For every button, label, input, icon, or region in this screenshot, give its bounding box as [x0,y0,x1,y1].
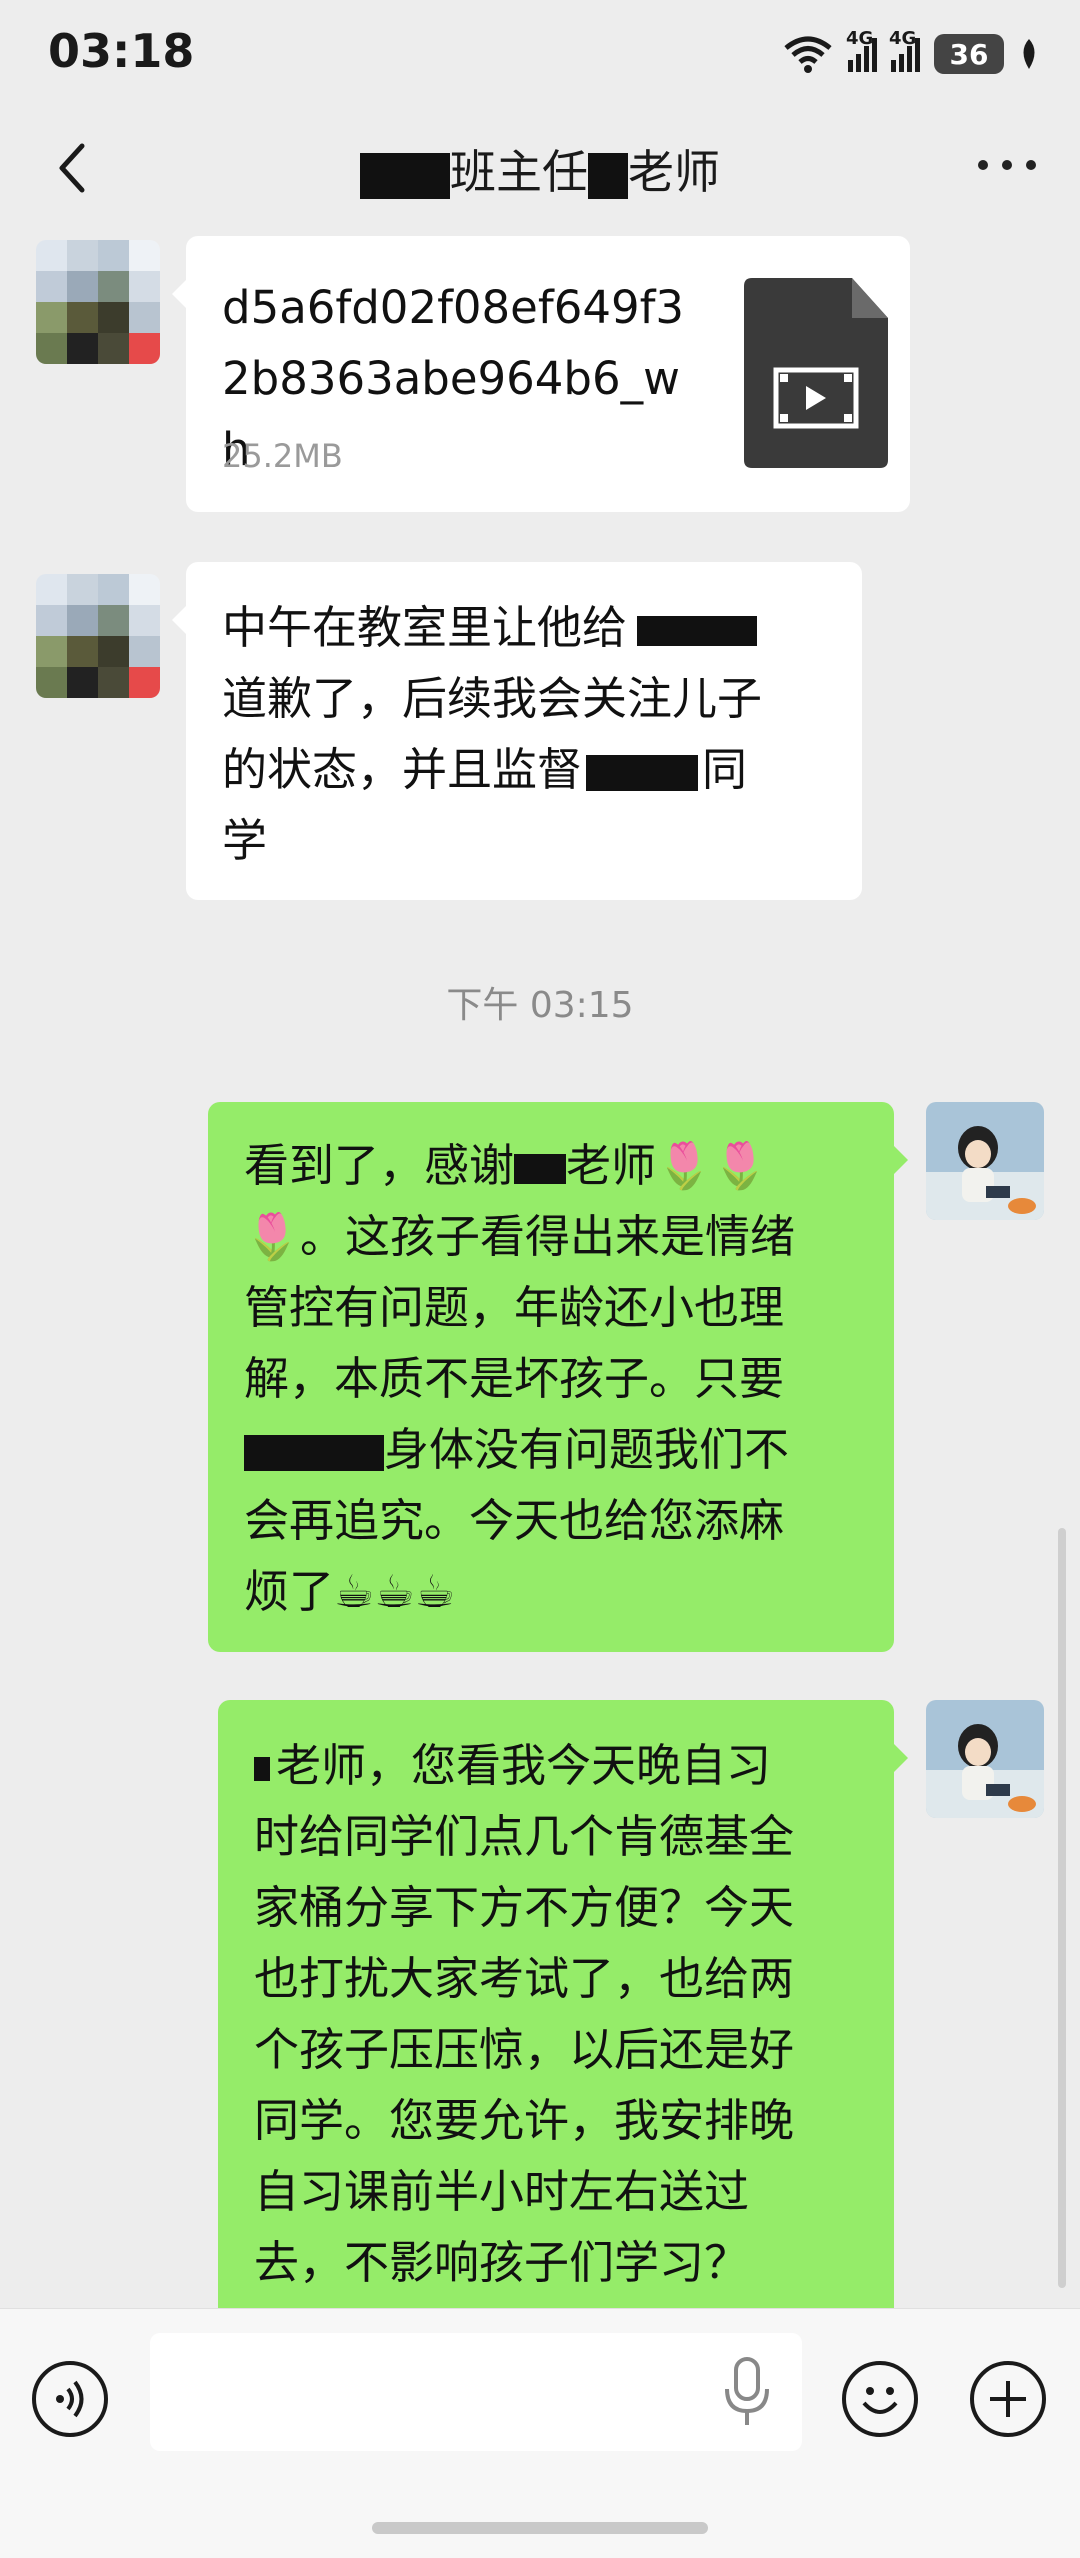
sent-message[interactable]: 看到了，感谢 老师🌷🌷 🌷。这孩子看得出来是情绪 管控有问题，年龄还小也理 解，本… [208,1102,908,1652]
plus-icon [990,2381,1026,2417]
file-size: 25.2MB [222,437,343,475]
emoji-button[interactable] [842,2361,918,2437]
home-indicator[interactable] [372,2522,708,2534]
sent-message[interactable]: 老师，您看我今天晚自习 时给同学们点几个肯德基全 家桶分享下方不方便？今天 也打… [218,1700,908,2340]
battery-icon: 36 [934,34,1004,74]
message-text: 中午在教室里让他给 道歉了，后续我会关注儿子 的状态，并且监督同 学 [222,601,763,867]
redacted-name [254,1757,270,1781]
my-avatar[interactable] [926,1102,1044,1220]
coffee-emoji-icon: ☕ [334,1565,375,1618]
voice-icon [56,2380,84,2418]
text-message[interactable]: 中午在教室里让他给 道歉了，后续我会关注儿子 的状态，并且监督同 学 [172,562,862,900]
chat-title: 班主任 老师 [0,136,1080,202]
redacted-name [514,1154,567,1184]
wifi-icon [784,36,832,73]
signal-icon: 4G [846,28,877,72]
video-file-icon [744,278,888,468]
message-text: 老师，您看我今天晚自习 时给同学们点几个肯德基全 家桶分享下方不方便？今天 也打… [254,1739,795,2289]
message-input[interactable] [150,2333,802,2451]
tulip-emoji-icon: 🌷 [656,1139,713,1192]
redacted-name [637,616,758,646]
redacted-name [244,1435,384,1471]
microphone-icon[interactable] [722,2355,772,2429]
message-text: 看到了，感谢 老师🌷🌷 🌷。这孩子看得出来是情绪 管控有问题，年龄还小也理 解，本… [244,1139,796,1618]
status-icons: 4G 4G 36 [782,28,1040,78]
tulip-emoji-icon: 🌷 [244,1210,301,1263]
coffee-emoji-icon: ☕ [374,1565,415,1618]
chat-scrollbar[interactable] [1058,1528,1066,2288]
chat-header: 班主任 老师 [0,110,1080,230]
status-time: 03:18 [48,24,195,78]
redacted-name [588,152,628,199]
my-avatar[interactable] [926,1700,1044,1818]
voice-input-button[interactable] [32,2361,108,2437]
add-button[interactable] [970,2361,1046,2437]
input-bar [0,2308,1080,2558]
redacted-name [586,755,699,791]
contact-avatar[interactable] [36,240,160,364]
redacted-name [360,152,450,199]
message-timestamp: 下午 03:15 [446,985,634,1026]
more-options-icon[interactable] [978,160,1036,170]
contact-avatar[interactable] [36,574,160,698]
status-bar: 03:18 4G 4G 36 [0,0,1080,110]
signal-icon: 4G [889,28,920,72]
coffee-emoji-icon: ☕ [414,1565,456,1618]
file-message[interactable]: d5a6fd02f08ef649f32b8363abe964b6_wh 25.2… [172,236,910,512]
emoji-icon [862,2387,898,2414]
leaf-icon [1023,39,1035,69]
tulip-emoji-icon: 🌷 [712,1139,769,1192]
